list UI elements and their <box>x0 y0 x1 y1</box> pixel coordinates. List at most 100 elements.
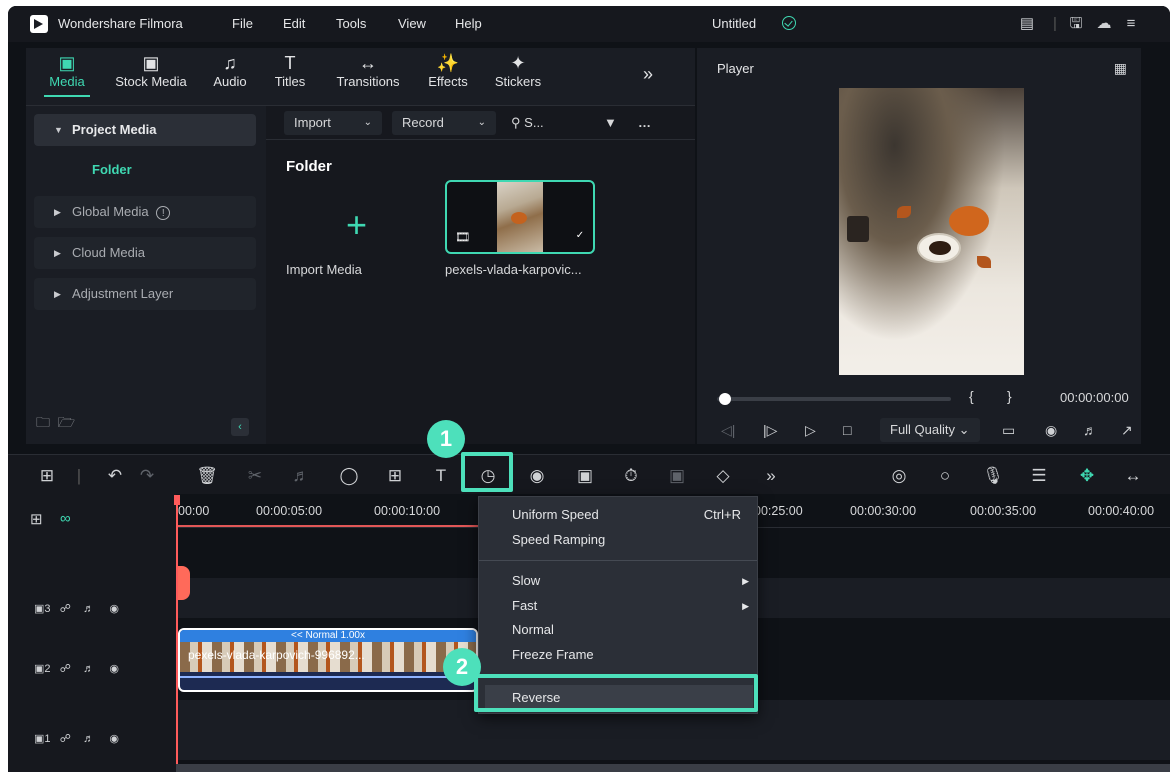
divider: | <box>76 466 82 485</box>
record-dropdown[interactable]: Record ⌄ <box>392 111 496 135</box>
camera-icon[interactable]: ◉ <box>1045 422 1057 439</box>
split-scissors-icon[interactable]: ✂ <box>244 465 266 487</box>
prev-frame-icon[interactable]: ◁| <box>721 422 735 439</box>
coffee-cup-shape <box>917 233 961 263</box>
eye-icon[interactable]: ◉ <box>109 663 119 675</box>
collapse-sidebar-icon[interactable]: ‹ <box>231 418 249 436</box>
eye-icon[interactable]: ◉ <box>109 603 119 615</box>
sidebar-item-global-media[interactable]: ▶ Global Media ! <box>34 196 256 228</box>
menu-edit[interactable]: Edit <box>283 16 305 31</box>
mark-out-icon[interactable]: } <box>1007 388 1012 404</box>
video-clip[interactable]: << Normal 1.00x pexels-vlada-karpovich-9… <box>178 628 478 692</box>
eye-icon[interactable]: ◉ <box>109 733 119 745</box>
filter-icon[interactable]: ▼ <box>604 111 617 135</box>
menu-help[interactable]: Help <box>455 16 482 31</box>
display-icon[interactable]: ▭ <box>1002 422 1015 439</box>
menu-item-fast[interactable]: Fast <box>512 598 537 613</box>
menu-item-slow[interactable]: Slow <box>512 573 540 588</box>
microphone-icon[interactable]: 🎙 <box>982 465 1004 487</box>
fullscreen-icon[interactable]: ↗ <box>1121 422 1133 439</box>
layout-grid-icon[interactable]: ⊞ <box>36 465 58 487</box>
menu-item-uniform-speed[interactable]: Uniform Speed <box>512 507 599 522</box>
add-track-icon[interactable]: ⊞ <box>30 510 43 528</box>
more-options-icon[interactable]: … <box>638 111 651 135</box>
undo-icon[interactable]: ↶ <box>104 465 126 487</box>
link-icon[interactable]: ∞ <box>60 510 71 527</box>
frame-icon[interactable]: ▣ <box>666 465 688 487</box>
text-t-icon: T <box>284 53 296 73</box>
tab-media[interactable]: ▣ Media <box>44 52 90 97</box>
filmora-logo-icon <box>30 15 48 33</box>
new-folder-icon[interactable]: 🗀 🗁 <box>36 412 75 436</box>
sidebar-item-project-media[interactable]: ▼ Project Media <box>34 114 256 146</box>
stop-icon[interactable]: □ <box>843 422 851 438</box>
tab-effects[interactable]: ✨ Effects <box>426 52 470 89</box>
tag-icon[interactable]: ◯ <box>338 465 360 487</box>
media-thumbnail[interactable]: 🎞 ✓ <box>445 180 595 254</box>
horizontal-scrollbar[interactable] <box>176 764 1170 772</box>
speaker-icon[interactable]: ♬ <box>83 663 94 675</box>
more-tools-icon[interactable]: » <box>760 465 782 487</box>
quality-dropdown[interactable]: Full Quality ⌄ <box>880 418 980 442</box>
sparkle-icon: ✨ <box>436 53 460 73</box>
menu-item-freeze-frame[interactable]: Freeze Frame <box>512 647 594 662</box>
audio-list-icon[interactable]: ☰ <box>1028 465 1050 487</box>
menu-file[interactable]: File <box>232 16 253 31</box>
audio-detach-icon[interactable]: ♬ <box>290 465 312 487</box>
shield-icon[interactable]: ○ <box>934 465 956 487</box>
lock-icon[interactable]: ☍ <box>60 733 71 745</box>
layout-icon[interactable]: ▤ <box>1018 15 1036 33</box>
timer-icon[interactable]: ⏱ <box>620 465 642 487</box>
search-field[interactable]: ⚲ S... <box>511 111 544 135</box>
import-dropdown[interactable]: Import ⌄ <box>284 111 382 135</box>
menu-item-speed-ramping[interactable]: Speed Ramping <box>512 532 605 547</box>
sidebar-item-adjustment-layer[interactable]: ▶ Adjustment Layer <box>34 278 256 310</box>
render-icon[interactable]: ◎ <box>888 465 910 487</box>
redo-icon[interactable]: ↷ <box>136 465 158 487</box>
track-headers: ⊞ ∞ ▣3 ☍ ♬ ◉ ▣2 ☍ ♬ ◉ ▣1 ☍ ♬ ◉ <box>8 494 176 772</box>
tab-transitions[interactable]: ↔ Transitions <box>330 52 406 89</box>
snapshot-image-icon[interactable]: ▦ <box>1114 60 1127 77</box>
timeline-marker[interactable] <box>178 566 190 600</box>
sidebar-item-folder[interactable]: Folder <box>34 154 256 186</box>
green-screen-icon[interactable]: ▣ <box>574 465 596 487</box>
menu-tools[interactable]: Tools <box>336 16 366 31</box>
next-frame-icon[interactable]: |▷ <box>763 422 777 439</box>
text-icon[interactable]: T <box>430 465 452 487</box>
menu-item-normal[interactable]: Normal <box>512 622 554 637</box>
crop-icon[interactable]: ⊞ <box>384 465 406 487</box>
saved-check-icon <box>782 16 796 30</box>
menu-view[interactable]: View <box>398 16 426 31</box>
play-icon[interactable]: ▷ <box>805 422 816 439</box>
cloud-upload-icon[interactable]: ☁ <box>1095 15 1113 33</box>
info-icon[interactable]: ! <box>156 206 171 220</box>
speaker-icon[interactable]: ♬ <box>83 603 94 615</box>
record-dropdown-label: Record <box>402 115 444 130</box>
scrubber-track[interactable] <box>717 397 951 401</box>
lock-icon[interactable]: ☍ <box>60 663 71 675</box>
tab-stickers[interactable]: ✦ Stickers <box>492 52 544 89</box>
import-media-label[interactable]: Import Media <box>286 262 362 277</box>
plus-icon[interactable]: + <box>346 204 367 246</box>
track-3-header: ▣3 ☍ ♬ ◉ <box>34 602 119 615</box>
save-icon[interactable]: 🖫 <box>1067 15 1085 33</box>
mark-in-icon[interactable]: { <box>969 388 974 404</box>
hamburger-menu-icon[interactable]: ≡ <box>1122 15 1140 33</box>
more-tabs-icon[interactable]: » <box>636 64 660 85</box>
fit-width-icon[interactable]: ↔ <box>1122 465 1144 487</box>
ai-snap-icon[interactable]: ✥ <box>1076 465 1098 487</box>
submenu-arrow-icon: ▶ <box>742 576 749 586</box>
leaf-shape <box>897 206 911 218</box>
speaker-icon[interactable]: ♬ <box>83 733 94 745</box>
keyframe-icon[interactable]: ◇ <box>712 465 734 487</box>
delete-icon[interactable]: 🗑 <box>196 465 218 487</box>
sidebar-item-cloud-media[interactable]: ▶ Cloud Media <box>34 237 256 269</box>
color-palette-icon[interactable]: ◉ <box>526 465 548 487</box>
tab-titles[interactable]: T Titles <box>270 52 310 89</box>
lock-icon[interactable]: ☍ <box>60 603 71 615</box>
tab-audio[interactable]: ♫ Audio <box>210 52 250 89</box>
volume-icon[interactable]: ♬ <box>1083 422 1097 438</box>
tab-stock-media[interactable]: ▣ Stock Media <box>112 52 190 89</box>
folder-title: Folder <box>286 158 332 175</box>
scrubber-handle[interactable] <box>719 393 731 405</box>
